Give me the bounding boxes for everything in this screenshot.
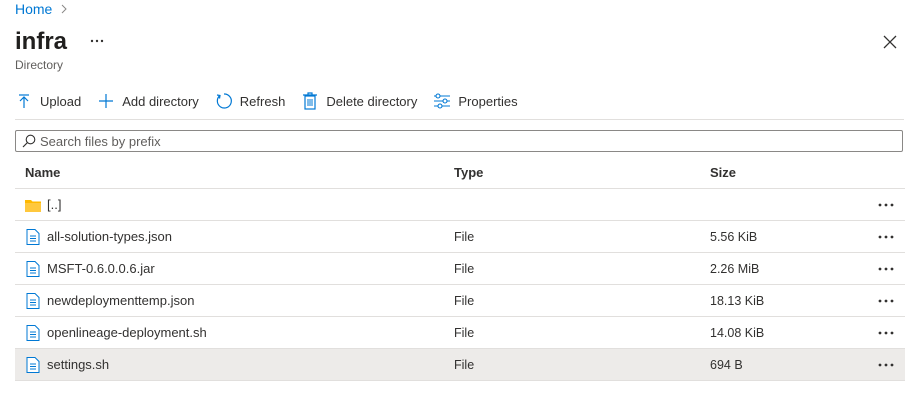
file-type: File — [454, 325, 475, 340]
file-icon — [25, 324, 41, 341]
table-row[interactable]: [..] — [15, 189, 905, 221]
table-row[interactable]: newdeploymenttemp.json File 18.13 KiB — [15, 285, 905, 317]
breadcrumb: Home — [15, 0, 70, 18]
breadcrumb-home-link[interactable]: Home — [15, 1, 52, 17]
file-size: 5.56 KiB — [710, 229, 758, 244]
properties-button[interactable]: Properties — [433, 87, 518, 115]
search-box — [15, 130, 903, 152]
file-name[interactable]: settings.sh — [47, 357, 109, 372]
search-input[interactable] — [40, 133, 902, 149]
file-icon — [25, 228, 41, 245]
toolbar: Upload Add directory Refresh Delete dire… — [15, 87, 534, 115]
refresh-label: Refresh — [239, 93, 286, 109]
file-name[interactable]: MSFT-0.6.0.0.6.jar — [47, 261, 155, 276]
page-subtitle: Directory — [15, 58, 64, 72]
row-more-icon[interactable] — [875, 197, 897, 213]
file-type: File — [454, 357, 475, 372]
column-header-type[interactable]: Type — [444, 165, 700, 180]
upload-label: Upload — [40, 93, 82, 109]
table-row-selected[interactable]: settings.sh File 694 B — [15, 349, 905, 381]
refresh-button[interactable]: Refresh — [215, 87, 286, 115]
table-header: Name Type Size — [15, 156, 905, 189]
file-name[interactable]: all-solution-types.json — [47, 229, 172, 244]
properties-label: Properties — [458, 93, 518, 109]
file-size: 694 B — [710, 357, 743, 372]
row-more-icon[interactable] — [875, 293, 897, 309]
plus-icon — [97, 92, 115, 110]
file-name[interactable]: openlineage-deployment.sh — [47, 325, 207, 340]
file-table: Name Type Size [..] all-solution-types.j… — [15, 156, 905, 381]
file-icon — [25, 260, 41, 277]
row-more-icon[interactable] — [875, 261, 897, 277]
file-type: File — [454, 261, 475, 276]
page-title: infra — [15, 28, 68, 55]
delete-directory-button[interactable]: Delete directory — [301, 87, 417, 115]
file-name[interactable]: [..] — [47, 197, 61, 212]
file-type: File — [454, 293, 475, 308]
file-size: 14.08 KiB — [710, 325, 765, 340]
delete-directory-label: Delete directory — [326, 93, 418, 109]
file-size: 18.13 KiB — [710, 293, 765, 308]
upload-button[interactable]: Upload — [15, 87, 81, 115]
column-header-size[interactable]: Size — [700, 165, 860, 180]
file-name[interactable]: newdeploymenttemp.json — [47, 293, 194, 308]
chevron-right-icon — [60, 4, 70, 14]
more-actions-icon[interactable] — [88, 30, 106, 52]
column-header-name[interactable]: Name — [15, 165, 444, 180]
upload-icon — [15, 92, 33, 110]
table-row[interactable]: MSFT-0.6.0.0.6.jar File 2.26 MiB — [15, 253, 905, 285]
close-icon[interactable] — [880, 32, 900, 52]
toolbar-divider — [15, 119, 904, 120]
row-more-icon[interactable] — [875, 229, 897, 245]
row-more-icon[interactable] — [875, 357, 897, 373]
folder-icon — [25, 197, 41, 213]
file-icon — [25, 356, 41, 373]
file-size: 2.26 MiB — [710, 261, 760, 276]
refresh-icon — [215, 92, 233, 110]
search-icon — [22, 134, 36, 148]
row-more-icon[interactable] — [875, 325, 897, 341]
file-type: File — [454, 229, 475, 244]
file-icon — [25, 292, 41, 309]
table-row[interactable]: all-solution-types.json File 5.56 KiB — [15, 221, 905, 253]
trash-icon — [301, 92, 319, 110]
sliders-icon — [433, 92, 451, 110]
add-directory-label: Add directory — [122, 93, 199, 109]
table-row[interactable]: openlineage-deployment.sh File 14.08 KiB — [15, 317, 905, 349]
add-directory-button[interactable]: Add directory — [97, 87, 199, 115]
